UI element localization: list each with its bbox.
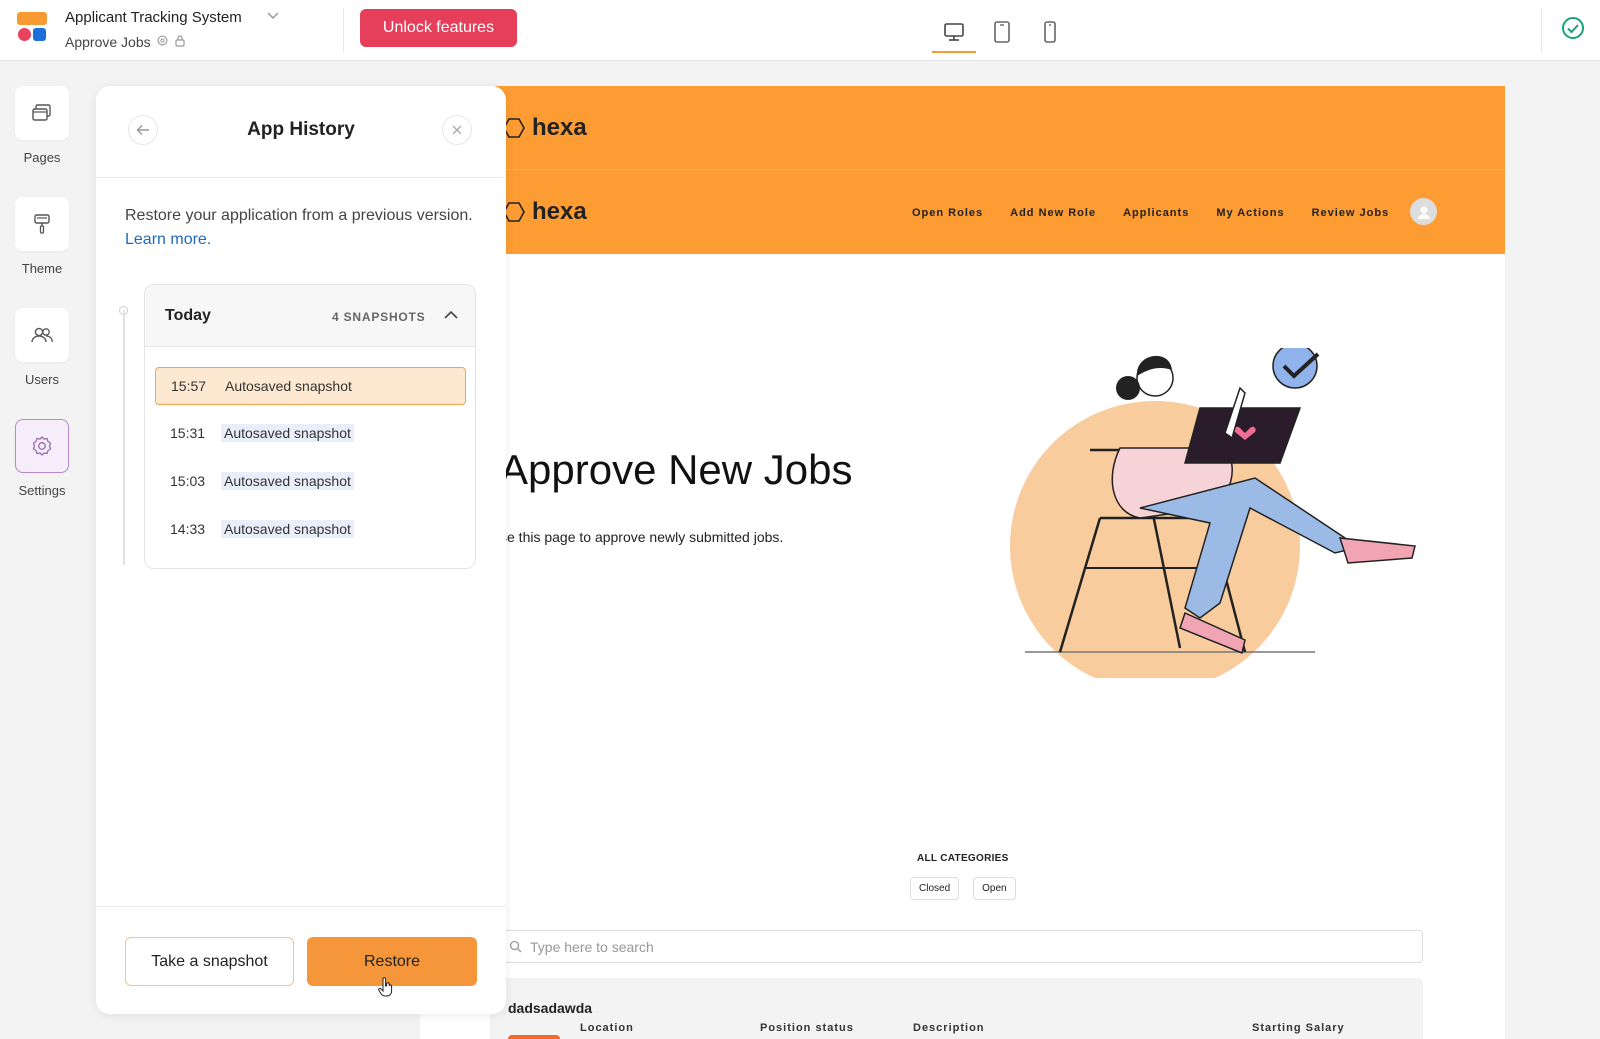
paint-roller-icon [34, 214, 50, 234]
category-chip-open[interactable]: Open [973, 877, 1016, 900]
tablet-view-button[interactable] [978, 12, 1026, 52]
preview-header-nav: hexa Open Roles Add New Role Applicants … [420, 170, 1505, 254]
sidebar-item-settings[interactable]: Settings [15, 419, 69, 498]
sidebar-item-pages[interactable]: Pages [15, 86, 69, 165]
sidebar-item-users[interactable]: Users [15, 308, 69, 387]
current-page[interactable]: Approve Jobs [65, 34, 186, 50]
nav-link-open-roles[interactable]: Open Roles [912, 207, 983, 219]
group-title: Today [165, 307, 211, 324]
device-switcher [930, 12, 1074, 53]
divider [343, 8, 344, 52]
nav-link-review-jobs[interactable]: Review Jobs [1312, 207, 1390, 219]
sidebar-label: Pages [23, 150, 61, 165]
app-history-panel: App History Restore your application fro… [96, 86, 506, 1014]
unlock-features-button[interactable]: Unlock features [360, 9, 517, 47]
app-logo-icon [17, 12, 47, 42]
tablet-icon [994, 21, 1010, 43]
take-snapshot-button[interactable]: Take a snapshot [125, 937, 294, 986]
snapshot-group-header[interactable]: Today 4 SNAPSHOTS [145, 285, 475, 347]
gear-icon [156, 34, 169, 50]
panel-header: App History [96, 86, 506, 178]
close-button[interactable] [442, 115, 472, 145]
snapshot-time: 15:31 [170, 425, 206, 441]
settings-button[interactable] [15, 419, 69, 473]
app-preview-canvas: hexa hexa Open Roles Add New Role Applic… [420, 86, 1505, 1039]
theme-button[interactable] [15, 197, 69, 251]
category-filter: Closed Open [910, 877, 1016, 900]
snapshot-item[interactable]: 15:31 Autosaved snapshot [155, 414, 466, 452]
snapshot-time: 14:33 [170, 521, 206, 537]
panel-description: Restore your application from a previous… [125, 204, 475, 252]
hero-title: Approve New Jobs [500, 446, 853, 493]
job-name: dadsadawda [508, 1000, 593, 1016]
chevron-down-icon[interactable] [266, 10, 280, 24]
snapshot-label: Autosaved snapshot [225, 378, 352, 394]
nav-link-my-actions[interactable]: My Actions [1216, 207, 1284, 219]
avatar[interactable] [1410, 198, 1437, 225]
close-icon [452, 125, 462, 135]
woman-with-laptop-illustration [1010, 348, 1416, 678]
divider [1541, 8, 1542, 52]
chevron-up-icon[interactable] [443, 308, 459, 326]
learn-more-link[interactable]: Learn more. [125, 231, 211, 248]
timeline-line [123, 310, 125, 565]
desktop-icon [944, 23, 964, 41]
job-column-location: Location [580, 1022, 634, 1034]
nav-link-add-new-role[interactable]: Add New Role [1010, 207, 1096, 219]
lock-icon [174, 34, 186, 50]
preview-header-logo: hexa [420, 86, 1505, 170]
users-button[interactable] [15, 308, 69, 362]
snapshot-label: Autosaved snapshot [221, 520, 354, 538]
search-placeholder: Type here to search [530, 938, 654, 955]
job-column-starting-salary: Starting Salary [1252, 1022, 1345, 1034]
snapshot-label: Autosaved snapshot [221, 472, 354, 490]
users-icon [31, 327, 53, 343]
status-badge [508, 1035, 560, 1039]
nav-link-applicants[interactable]: Applicants [1123, 207, 1189, 219]
sidebar-label: Theme [21, 261, 63, 276]
snapshot-group-today: Today 4 SNAPSHOTS 15:57 Autosaved snapsh… [144, 284, 476, 569]
snapshot-time: 15:03 [170, 473, 206, 489]
description-text: Restore your application from a previous… [125, 207, 473, 224]
hero-subtitle: se this page to approve newly submitted … [500, 529, 784, 545]
app-title[interactable]: Applicant Tracking System [65, 9, 242, 26]
snapshot-label: Autosaved snapshot [221, 424, 354, 442]
panel-footer: Take a snapshot Restore [96, 906, 506, 1014]
sidebar-label: Users [25, 372, 59, 387]
preview-nav-links: Open Roles Add New Role Applicants My Ac… [912, 207, 1389, 219]
category-chip-closed[interactable]: Closed [910, 877, 960, 900]
hexa-logo: hexa [500, 114, 587, 142]
search-input[interactable]: Type here to search [498, 930, 1423, 963]
search-icon [509, 940, 522, 953]
snapshot-item[interactable]: 14:33 Autosaved snapshot [155, 510, 466, 548]
sidebar-label: Settings [18, 483, 66, 498]
hexa-logo: hexa [500, 198, 587, 226]
snapshot-item[interactable]: 15:57 Autosaved snapshot [155, 367, 466, 405]
hand-cursor-icon [378, 977, 393, 997]
mobile-view-button[interactable] [1026, 12, 1074, 52]
categories-heading: ALL CATEGORIES [917, 853, 1009, 864]
job-column-position-status: Position status [760, 1022, 854, 1034]
gear-icon [32, 436, 52, 456]
page-name: Approve Jobs [65, 34, 151, 50]
desktop-view-button[interactable] [930, 12, 978, 53]
left-sidebar: Pages Theme Users Settings [0, 61, 84, 1039]
mobile-icon [1044, 21, 1056, 43]
snapshot-item[interactable]: 15:03 Autosaved snapshot [155, 462, 466, 500]
pages-button[interactable] [15, 86, 69, 140]
job-column-description: Description [913, 1022, 985, 1034]
check-circle-icon[interactable] [1561, 16, 1585, 45]
job-card[interactable]: dadsadawda Location Position status Desc… [490, 978, 1423, 1039]
sidebar-item-theme[interactable]: Theme [15, 197, 69, 276]
logo-text: hexa [532, 114, 587, 141]
snapshot-time: 15:57 [171, 378, 207, 394]
snapshot-count: 4 SNAPSHOTS [332, 310, 426, 324]
logo-text: hexa [532, 198, 587, 225]
user-icon [1417, 206, 1430, 219]
top-bar: Applicant Tracking System Approve Jobs U… [0, 0, 1600, 61]
pages-icon [32, 104, 51, 121]
